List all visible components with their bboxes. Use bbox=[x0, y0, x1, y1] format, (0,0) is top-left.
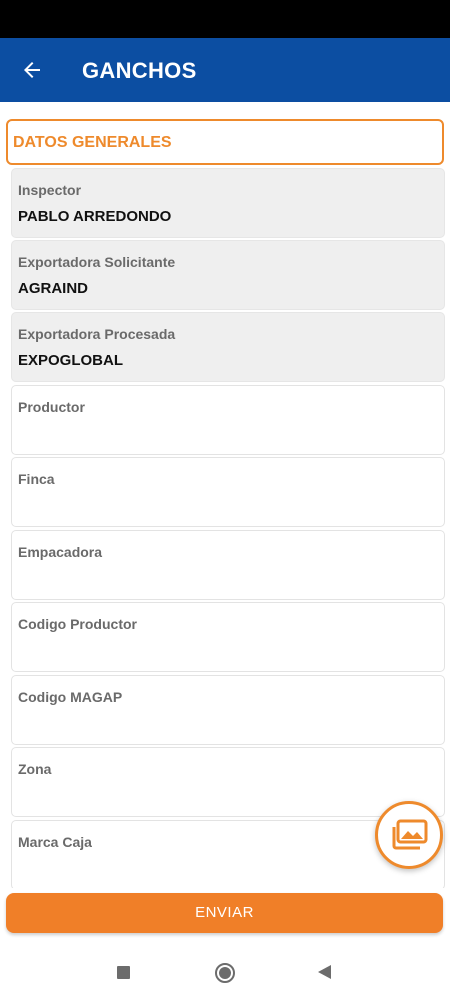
field-codigo-productor[interactable]: Codigo Productor bbox=[11, 602, 445, 672]
field-label: Inspector bbox=[18, 182, 82, 198]
field-label: Exportadora Procesada bbox=[18, 326, 176, 342]
field-exportadora-procesada: Exportadora Procesada EXPOGLOBAL bbox=[11, 312, 445, 382]
field-empacadora[interactable]: Empacadora bbox=[11, 530, 445, 600]
field-label: Exportadora Solicitante bbox=[18, 254, 176, 270]
home-icon[interactable] bbox=[215, 963, 235, 983]
section-header-datos-generales[interactable]: DATOS GENERALES bbox=[6, 119, 444, 165]
field-inspector: Inspector PABLO ARREDONDO bbox=[11, 168, 445, 238]
field-label: Codigo Productor bbox=[18, 616, 137, 632]
system-nav-bar bbox=[0, 945, 450, 1000]
field-label: Finca bbox=[18, 471, 55, 487]
field-exportadora-solicitante: Exportadora Solicitante AGRAIND bbox=[11, 240, 445, 310]
page-title: GANCHOS bbox=[82, 58, 197, 83]
recents-icon[interactable] bbox=[117, 966, 130, 979]
arrow-left-icon bbox=[24, 62, 40, 78]
field-value: EXPOGLOBAL bbox=[18, 352, 124, 369]
nav-back-icon[interactable] bbox=[318, 965, 331, 979]
field-codigo-magap[interactable]: Codigo MAGAP bbox=[11, 675, 445, 745]
field-value: PABLO ARREDONDO bbox=[18, 208, 172, 225]
field-productor[interactable]: Productor bbox=[11, 385, 445, 455]
field-label: Zona bbox=[18, 761, 52, 777]
field-label: Empacadora bbox=[18, 544, 103, 560]
field-label: Codigo MAGAP bbox=[18, 689, 123, 705]
form-content[interactable]: DATOS GENERALES Inspector PABLO ARREDOND… bbox=[0, 102, 450, 888]
field-finca[interactable]: Finca bbox=[11, 457, 445, 527]
image-gallery-icon bbox=[392, 819, 428, 850]
back-button[interactable] bbox=[18, 56, 46, 84]
field-label: Productor bbox=[18, 399, 85, 415]
field-label: Marca Caja bbox=[18, 834, 92, 850]
section-title: DATOS GENERALES bbox=[13, 134, 172, 151]
field-value: AGRAIND bbox=[18, 280, 88, 297]
status-bar bbox=[0, 0, 450, 38]
gallery-fab-button[interactable] bbox=[375, 801, 443, 869]
submit-button[interactable]: ENVIAR bbox=[6, 893, 443, 933]
app-bar: GANCHOS bbox=[0, 38, 450, 102]
field-zona[interactable]: Zona bbox=[11, 747, 445, 817]
